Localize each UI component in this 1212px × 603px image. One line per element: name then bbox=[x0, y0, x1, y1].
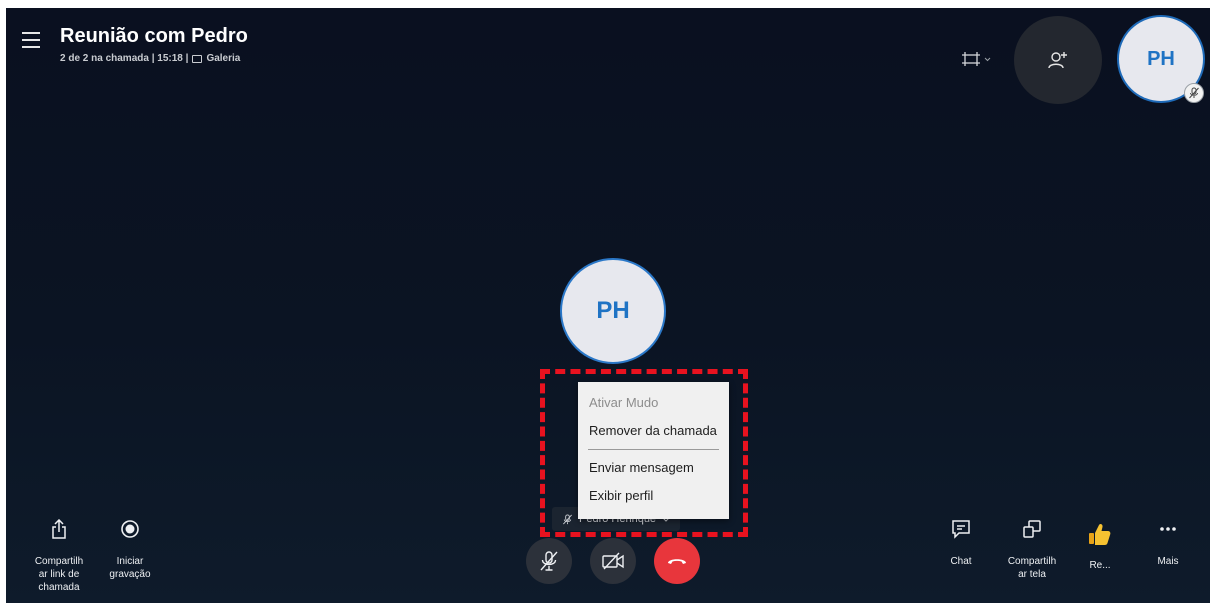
record-icon bbox=[121, 520, 139, 538]
start-recording-label: Iniciar gravação bbox=[109, 556, 151, 580]
hang-up-icon bbox=[668, 559, 686, 564]
chat-button[interactable]: Chat bbox=[941, 519, 981, 568]
chat-icon bbox=[952, 520, 970, 539]
muted-mic-icon bbox=[540, 551, 558, 571]
menu-icon[interactable] bbox=[22, 32, 40, 48]
share-call-link-button[interactable]: Compartilh ar link de chamada bbox=[30, 519, 88, 594]
video-toggle-button[interactable] bbox=[590, 538, 636, 584]
participant-avatar[interactable]: PH bbox=[560, 258, 666, 364]
menu-item-remove[interactable]: Remover da chamada bbox=[578, 417, 729, 445]
share-screen-icon bbox=[1023, 520, 1041, 538]
chat-label: Chat bbox=[950, 556, 972, 567]
mute-button[interactable] bbox=[526, 538, 572, 584]
add-participant-button[interactable] bbox=[1014, 16, 1102, 104]
share-screen-button[interactable]: Compartilh ar tela bbox=[1004, 519, 1060, 581]
react-button[interactable]: Re... bbox=[1080, 521, 1120, 572]
react-label: Re... bbox=[1089, 560, 1111, 571]
end-call-button[interactable] bbox=[654, 538, 700, 584]
more-options-button[interactable]: Mais bbox=[1148, 519, 1188, 568]
muted-mic-icon bbox=[563, 513, 572, 524]
video-off-icon bbox=[602, 552, 624, 570]
share-icon bbox=[52, 519, 66, 539]
more-dots-icon bbox=[1160, 527, 1176, 531]
share-screen-label: Compartilh ar tela bbox=[1007, 556, 1057, 580]
start-recording-button[interactable]: Iniciar gravação bbox=[103, 519, 157, 581]
more-label: Mais bbox=[1157, 556, 1179, 567]
call-status: 2 de 2 na chamada | 15:18 | Galeria bbox=[60, 53, 240, 64]
fullscreen-frame-icon bbox=[962, 52, 980, 66]
call-stage: Reunião com Pedro 2 de 2 na chamada | 15… bbox=[6, 8, 1210, 603]
layout-toggle-button[interactable] bbox=[962, 52, 991, 66]
participant-context-menu: Ativar Mudo Remover da chamada Enviar me… bbox=[578, 382, 729, 519]
menu-divider bbox=[588, 449, 719, 450]
thumbs-up-icon bbox=[1089, 523, 1111, 545]
share-call-link-label: Compartilh ar link de chamada bbox=[34, 556, 84, 593]
muted-mic-icon bbox=[1184, 83, 1204, 103]
add-person-icon bbox=[1048, 52, 1067, 69]
gallery-icon bbox=[192, 54, 203, 63]
view-mode-label[interactable]: Galeria bbox=[206, 53, 240, 64]
chevron-down-icon bbox=[984, 57, 991, 61]
call-status-text: 2 de 2 na chamada | 15:18 | bbox=[60, 53, 189, 64]
menu-item-send-message[interactable]: Enviar mensagem bbox=[578, 454, 729, 482]
call-title: Reunião com Pedro bbox=[60, 25, 248, 47]
menu-item-view-profile[interactable]: Exibir perfil bbox=[578, 482, 729, 510]
menu-item-mute: Ativar Mudo bbox=[589, 395, 659, 410]
